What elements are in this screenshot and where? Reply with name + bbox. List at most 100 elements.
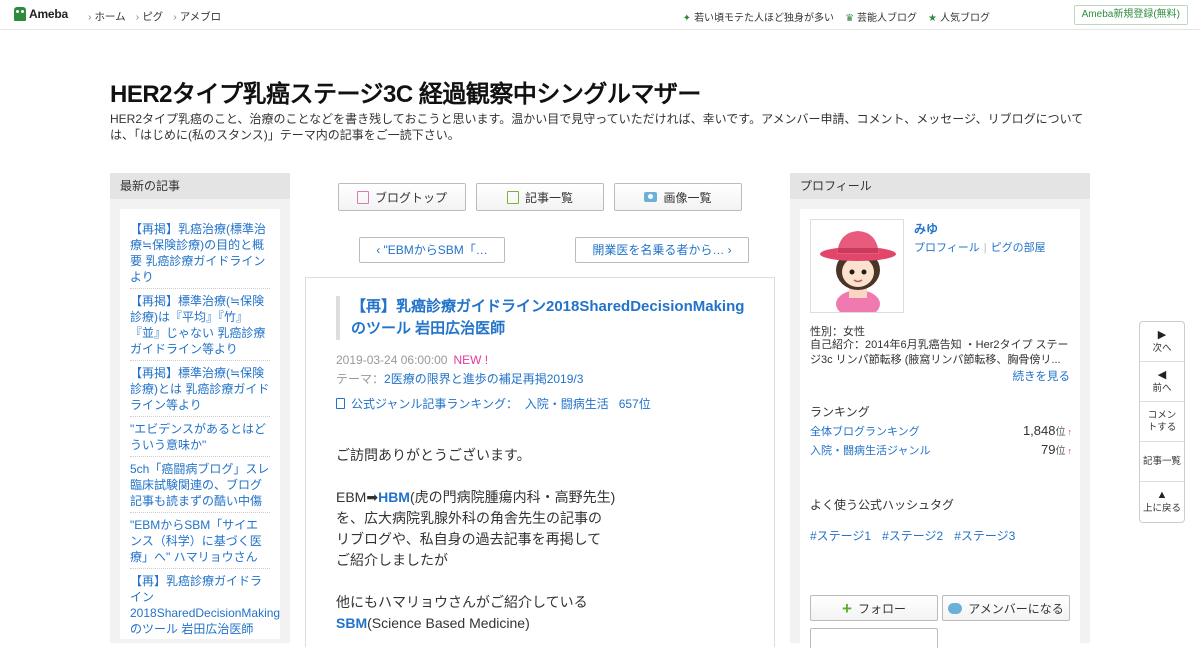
theme-link[interactable]: 2医療の限界と進歩の補足再掲2019/3 [384,372,583,386]
next-article-link[interactable]: 開業医を名乗る者から… › [575,237,749,263]
article-list-button[interactable]: 記事一覧 [476,183,604,211]
body-paragraph: ご訪問ありがとうございます。 [336,447,531,463]
profile-link[interactable]: プロフィール [914,242,980,254]
floating-nav: ▶ 次へ ◀ 前へ コメントする 記事一覧 ▲ 上に戻る [1139,321,1185,523]
article-list-side-label: 記事一覧 [1142,455,1181,467]
trend-up-icon: ↑ [1067,446,1073,456]
genre-ranking-link[interactable]: 公式ジャンル記事ランキング： 入院・闘病生活 657位 [336,395,651,412]
prev-label: 前へ [1152,382,1172,394]
ranking-value: 79位 ↑ [1041,442,1072,457]
triangle-left-icon: ◀ [1157,368,1167,381]
plus-icon: + [842,598,852,618]
ranking-overall-link[interactable]: 全体ブログランキング [810,423,920,439]
ranking-icon [336,398,345,409]
trend-up-icon: ↑ [1067,427,1073,437]
hashtag-link[interactable]: #ステージ2 [882,527,943,544]
ranking-row: 全体ブログランキング 1,848位 ↑ [810,423,1072,439]
back-to-top-button[interactable]: ▲ 上に戻る [1140,482,1184,522]
recent-article[interactable]: 【再掲】標準治療(≒保険診療)は『平均』『竹』『並』じゃない 乳癌診療ガイドライ… [130,289,270,361]
prev-button[interactable]: ◀ 前へ [1140,362,1184,402]
ranking-genre-link[interactable]: 入院・闘病生活ジャンル [810,442,930,458]
left-sidebar: 最新の記事 【再掲】乳癌治療(標準治療≒保険診療)の目的と概要 乳癌診療ガイドラ… [110,173,290,643]
follow-button[interactable]: + フォロー [810,595,938,621]
body-text: リブログや、私自身の過去記事を再掲して [336,531,602,547]
image-list-label: 画像一覧 [663,190,712,205]
header-links: ✦ 若い頃モテた人ほど独身が多い ♛ 芸能人ブログ ★ 人気ブログ [683,9,990,24]
recent-article[interactable]: "EBMからSBM「サイエンス（科学）に基づく医療」へ" ハマリョウさん [130,513,270,569]
ranking-row: 入院・闘病生活ジャンル 79位 ↑ [810,442,1072,458]
ranking-unit: 位 [1055,446,1066,457]
profile-intro: 自己紹介：2014年6月乳癌告知 ・Her2タイプ ステージ3c リンパ節転移 … [810,339,1069,366]
blog-top-button[interactable]: ブログトップ [338,183,466,211]
body-text: EBM➡ [336,489,379,505]
header-link-celebrity[interactable]: ♛ 芸能人ブログ [845,9,917,24]
next-button[interactable]: ▶ 次へ [1140,322,1184,362]
crown-icon: ♛ [845,13,855,24]
nav-home[interactable]: ホーム [88,9,126,24]
nav-pigg[interactable]: ピグ [136,9,163,24]
ranking-number: 79 [1041,442,1056,457]
hbm-link[interactable]: HBM [378,489,410,505]
nav-ameblo[interactable]: アメブロ [173,9,221,24]
recent-article[interactable]: 【再】乳癌診療ガイドライン2018SharedDecisionMakingのツー… [130,569,280,640]
global-header: Ameba ホーム ピグ アメブロ ✦若い頃モテた人ほど独身が多い ♛芸能人ブロ… [0,0,1200,30]
article-list-label: 記事一覧 [524,190,573,205]
body-text: ご紹介しましたが [336,552,448,568]
article-meta: 2019-03-24 06:00:00 NEW ! [336,353,488,367]
chevron-right-icon: › [724,243,732,257]
read-more-link[interactable]: 続きを見る [1013,368,1071,384]
recent-article[interactable]: 【再掲】乳癌治療(標準治療≒保険診療)の目的と概要 乳癌診療ガイドライン より [130,217,270,289]
genre-ranking-text: 公式ジャンル記事ランキング： 入院・闘病生活 657位 [351,397,651,411]
hashtag-link[interactable]: #ステージ1 [810,527,871,544]
ranking-value: 1,848位 ↑ [1023,423,1072,438]
amember-button[interactable]: アメンバーになる [942,595,1070,621]
hashtag-list: #ステージ1 #ステージ2 #ステージ3 [810,527,1015,544]
recent-article[interactable]: 5ch「癌闘病ブログ」スレ臨床試験関連の、ブログ記事も読まずの酷い中傷 [130,457,270,513]
triangle-up-icon: ▲ [1156,489,1168,501]
body-paragraph: 他にもハマリョウさんがご紹介している SBM(Science Based Med… [336,592,756,634]
sparkle-icon: ✦ [682,13,692,24]
signup-button[interactable]: Ameba新規登録(無料) [1073,5,1188,25]
blog-title[interactable]: HER2タイプ乳癌ステージ3C 経過観察中シングルマザー [110,74,701,109]
header-link-popular[interactable]: ★ 人気ブログ [928,9,990,24]
hashtag-heading: よく使う公式ハッシュタグ [810,498,955,512]
link-separator: | [983,242,987,254]
recent-article[interactable]: 【再掲】標準治療(≒保険診療)とは 乳癌診療ガイドライン等より [130,361,270,417]
recent-article[interactable]: "エビデンスがあるとはどういう意味か" [130,417,270,457]
ameba-logo[interactable]: Ameba [14,7,68,21]
global-nav: ホーム ピグ アメブロ [88,9,222,24]
blog-description: HER2タイプ乳癌のこと、治療のことなどを書き残しておこうと思います。温かい目で… [110,112,1084,142]
sbm-link[interactable]: SBM [336,615,367,631]
follow-label: フォロー [857,601,906,616]
more-button[interactable] [810,628,938,648]
ranking-heading: ランキング [810,405,870,419]
profile-gender: 性別：女性 [810,326,865,338]
header-link-popular-label: 人気ブログ [940,13,990,24]
pigg-room-link[interactable]: ピグの部屋 [991,242,1046,254]
chevron-left-icon: ‹ [376,243,384,257]
avatar-image [811,220,903,312]
comment-button[interactable]: コメントする [1140,402,1184,442]
body-text: (Science Based Medicine) [367,615,530,631]
article-list-side-button[interactable]: 記事一覧 [1140,442,1184,482]
article-body: ご訪問ありがとうございます。 EBM➡HBM(虎の門病院腫瘍内科・高野先生) を… [336,445,756,655]
profile-links: プロフィール | ピグの部屋 [914,239,1046,255]
article-title[interactable]: 【再】乳癌診療ガイドライン2018SharedDecisionMakingのツー… [336,296,746,340]
blog-nav-buttons: ブログトップ 記事一覧 画像一覧 [338,183,742,211]
image-list-button[interactable]: 画像一覧 [614,183,742,211]
hashtag-link[interactable]: #ステージ3 [954,527,1015,544]
avatar[interactable] [810,219,904,313]
header-link-trend[interactable]: ✦ 若い頃モテた人ほど独身が多い [683,9,834,24]
chat-bubble-icon [948,602,963,614]
back-to-top-label: 上に戻る [1142,503,1181,514]
amember-label: アメンバーになる [968,601,1064,616]
body-text: 他にもハマリョウさんがご紹介している [336,594,588,610]
profile-heading: プロフィール [790,173,1090,199]
prev-article-link[interactable]: ‹ "EBMからSBM「… [359,237,505,263]
theme-label: テーマ： [336,372,385,386]
profile-box: みゆ プロフィール | ピグの部屋 性別：女性 自己紹介：2014年6月乳癌告知 ・… [800,209,1080,648]
ranking-unit: 位 [1055,427,1066,438]
ameba-logo-icon [14,7,26,21]
recent-articles-heading: 最新の記事 [110,173,290,199]
profile-name[interactable]: みゆ [914,220,938,237]
